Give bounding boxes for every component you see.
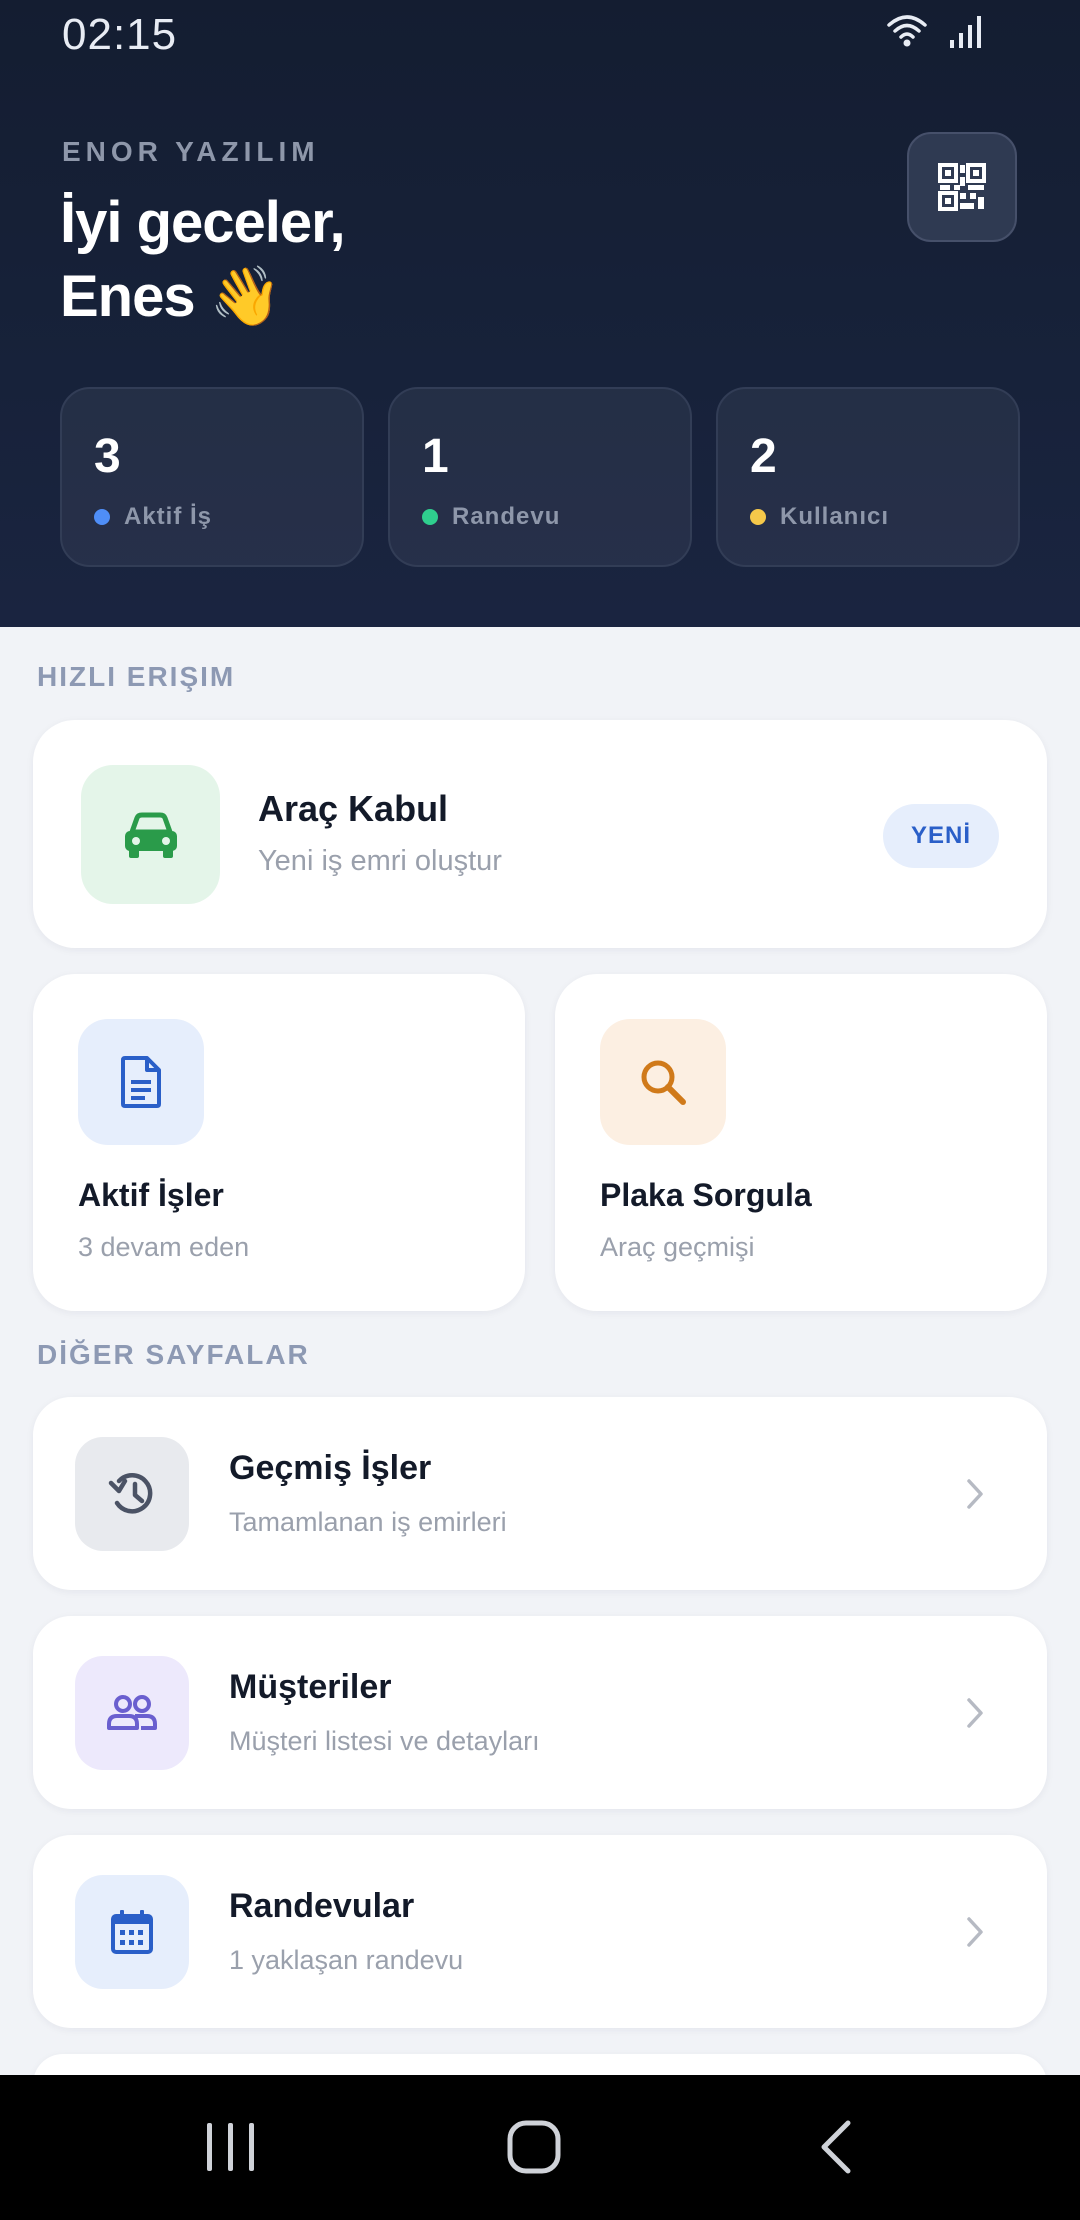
history-icon-box <box>75 1437 189 1551</box>
appointments-title: Randevular <box>229 1887 415 1925</box>
calendar-icon <box>111 1910 153 1954</box>
search-icon <box>641 1060 686 1105</box>
history-icon <box>108 1473 153 1514</box>
plate-query-subtitle: Araç geçmişi <box>600 1232 755 1262</box>
stat-appointments[interactable]: 1 Randevu <box>388 387 692 567</box>
status-time: 02:15 <box>62 10 178 59</box>
active-jobs-title: Aktif İşler <box>78 1177 224 1213</box>
document-icon-box <box>78 1019 204 1145</box>
stat-value: 1 <box>422 430 449 483</box>
users-icon <box>107 1695 157 1730</box>
stat-value: 3 <box>94 430 121 483</box>
wifi-icon <box>887 15 927 47</box>
status-dot <box>94 509 110 525</box>
document-icon <box>121 1056 161 1108</box>
chevron-right-icon <box>967 1698 983 1728</box>
customers-title: Müşteriler <box>229 1668 392 1706</box>
qr-scan-button[interactable] <box>907 132 1017 242</box>
brand-name: ENOR YAZILIM <box>62 136 320 167</box>
system-nav-bar <box>0 2075 1080 2220</box>
stat-label: Kullanıcı <box>780 503 890 530</box>
vehicle-intake-subtitle: Yeni iş emri oluştur <box>258 845 502 877</box>
stat-label-row: Kullanıcı <box>750 503 889 531</box>
appointments-subtitle: 1 yaklaşan randevu <box>229 1945 464 1975</box>
car-icon <box>124 812 177 858</box>
customers-item[interactable]: Müşteriler Müşteri listesi ve detayları <box>33 1616 1047 1809</box>
stat-active-jobs[interactable]: 3 Aktif İş <box>60 387 364 567</box>
stat-label-row: Aktif İş <box>94 503 212 531</box>
plate-query-title: Plaka Sorgula <box>600 1177 812 1213</box>
customers-subtitle: Müşteri listesi ve detayları <box>229 1726 540 1756</box>
past-jobs-item[interactable]: Geçmiş İşler Tamamlanan iş emirleri <box>33 1397 1047 1590</box>
other-pages-title: DİĞER SAYFALAR <box>37 1339 310 1370</box>
chevron-right-icon <box>967 1479 983 1509</box>
greeting-line2: Enes 👋 <box>60 264 282 329</box>
appointments-item[interactable]: Randevular 1 yaklaşan randevu <box>33 1835 1047 2028</box>
stat-label: Randevu <box>452 503 561 530</box>
stat-users[interactable]: 2 Kullanıcı <box>716 387 1020 567</box>
greeting-line1: İyi geceler, <box>60 190 346 255</box>
past-jobs-title: Geçmiş İşler <box>229 1449 432 1487</box>
stat-label: Aktif İş <box>124 503 213 530</box>
active-jobs-subtitle: 3 devam eden <box>78 1232 250 1262</box>
qr-code-icon <box>938 163 986 211</box>
plate-query-card[interactable]: Plaka Sorgula Araç geçmişi <box>555 974 1047 1311</box>
vehicle-intake-card[interactable]: Araç Kabul Yeni iş emri oluştur YENİ <box>33 720 1047 948</box>
search-icon-box <box>600 1019 726 1145</box>
stat-label-row: Randevu <box>422 503 560 531</box>
status-icons <box>886 14 984 50</box>
calendar-icon-box <box>75 1875 189 1989</box>
new-badge: YENİ <box>882 804 999 868</box>
users-icon-box <box>75 1656 189 1770</box>
back-icon[interactable] <box>818 2119 854 2175</box>
greeting: İyi geceler, Enes 👋 <box>60 186 346 334</box>
dashboard-header: 02:15 ENOR YAZILIM İyi geceler, Enes 👋 3… <box>0 0 1080 627</box>
status-dot <box>750 509 766 525</box>
signal-icon <box>950 16 981 48</box>
chevron-right-icon <box>967 1917 983 1947</box>
home-icon[interactable] <box>506 2119 562 2175</box>
vehicle-intake-title: Araç Kabul <box>258 788 449 829</box>
past-jobs-subtitle: Tamamlanan iş emirleri <box>229 1507 507 1537</box>
stat-value: 2 <box>750 430 777 483</box>
active-jobs-card[interactable]: Aktif İşler 3 devam eden <box>33 974 525 1311</box>
vehicle-icon-box <box>81 765 220 904</box>
quick-access-title: HIZLI ERIŞIM <box>37 661 236 692</box>
recent-apps-icon[interactable] <box>205 2119 257 2175</box>
status-dot <box>422 509 438 525</box>
